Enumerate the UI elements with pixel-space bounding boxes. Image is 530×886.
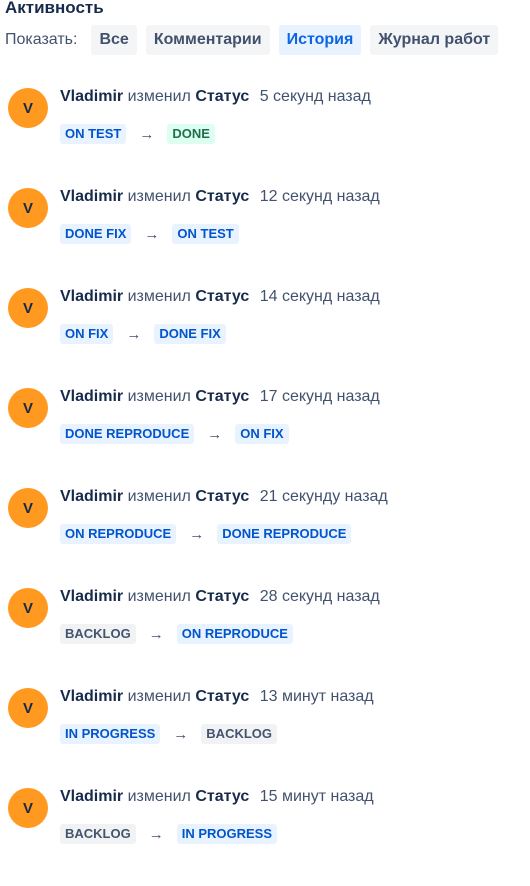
changed-field: Статус — [195, 588, 250, 605]
history-entry: V Vladimir изменил Статус 28 секунд наза… — [0, 586, 530, 686]
history-entry-summary: Vladimir изменил Статус 21 секунду назад — [60, 488, 388, 506]
filter-all-button[interactable]: Все — [91, 25, 137, 55]
history-entry: V Vladimir изменил Статус 15 минут назад… — [0, 786, 530, 886]
status-change: DONE FIX → ON TEST — [60, 224, 239, 244]
author-name[interactable]: Vladimir — [60, 688, 123, 705]
status-to-lozenge: IN PROGRESS — [176, 824, 278, 844]
arrow-right-icon: → — [207, 425, 223, 443]
history-entry-summary: Vladimir изменил Статус 14 секунд назад — [60, 288, 380, 306]
history-entry-summary: Vladimir изменил Статус 28 секунд назад — [60, 588, 380, 606]
history-entry: V Vladimir изменил Статус 13 минут назад… — [0, 686, 530, 786]
status-to-lozenge: DONE — [167, 124, 215, 144]
history-entry-summary: Vladimir изменил Статус 12 секунд назад — [60, 188, 380, 206]
action-text: изменил — [127, 188, 191, 205]
timestamp[interactable]: 5 секунд назад — [260, 88, 371, 105]
changed-field: Статус — [195, 388, 250, 405]
changed-field: Статус — [195, 488, 250, 505]
history-list: V Vladimir изменил Статус 5 секунд назад… — [0, 86, 530, 886]
avatar[interactable]: V — [8, 88, 48, 128]
arrow-right-icon: → — [139, 125, 155, 143]
avatar[interactable]: V — [8, 488, 48, 528]
activity-filter-bar: Показать: Все Комментарии История Журнал… — [5, 24, 507, 56]
author-name[interactable]: Vladimir — [60, 488, 123, 505]
avatar[interactable]: V — [8, 688, 48, 728]
status-change: IN PROGRESS → BACKLOG — [60, 724, 278, 744]
changed-field: Статус — [195, 788, 250, 805]
history-entry: V Vladimir изменил Статус 14 секунд наза… — [0, 286, 530, 386]
history-entry-summary: Vladimir изменил Статус 17 секунд назад — [60, 388, 380, 406]
history-entry-summary: Vladimir изменил Статус 13 минут назад — [60, 688, 374, 706]
timestamp[interactable]: 15 минут назад — [260, 788, 374, 805]
changed-field: Статус — [195, 88, 250, 105]
history-entry: V Vladimir изменил Статус 12 секунд наза… — [0, 186, 530, 286]
timestamp[interactable]: 13 минут назад — [260, 688, 374, 705]
status-from-lozenge: DONE FIX — [60, 224, 132, 244]
avatar[interactable]: V — [8, 288, 48, 328]
arrow-right-icon: → — [148, 825, 164, 843]
filter-worklog-button[interactable]: Журнал работ — [370, 25, 499, 55]
status-from-lozenge: BACKLOG — [60, 624, 136, 644]
status-to-lozenge: ON FIX — [235, 424, 289, 444]
author-name[interactable]: Vladimir — [60, 388, 123, 405]
arrow-right-icon: → — [148, 625, 164, 643]
avatar[interactable]: V — [8, 188, 48, 228]
timestamp[interactable]: 14 секунд назад — [260, 288, 380, 305]
status-from-lozenge: ON FIX — [60, 324, 114, 344]
action-text: изменил — [127, 388, 191, 405]
status-change: DONE REPRODUCE → ON FIX — [60, 424, 289, 444]
action-text: изменил — [127, 588, 191, 605]
status-from-lozenge: DONE REPRODUCE — [60, 424, 195, 444]
author-name[interactable]: Vladimir — [60, 288, 123, 305]
changed-field: Статус — [195, 688, 250, 705]
status-to-lozenge: BACKLOG — [201, 724, 278, 744]
history-entry: V Vladimir изменил Статус 17 секунд наза… — [0, 386, 530, 486]
author-name[interactable]: Vladimir — [60, 788, 123, 805]
avatar[interactable]: V — [8, 588, 48, 628]
author-name[interactable]: Vladimir — [60, 588, 123, 605]
timestamp[interactable]: 12 секунд назад — [260, 188, 380, 205]
status-from-lozenge: ON TEST — [60, 124, 127, 144]
history-entry: V Vladimir изменил Статус 5 секунд назад… — [0, 86, 530, 186]
history-entry-summary: Vladimir изменил Статус 5 секунд назад — [60, 88, 371, 106]
filter-history-button[interactable]: История — [278, 25, 362, 55]
activity-heading: Активность — [5, 0, 104, 17]
arrow-right-icon: → — [126, 325, 142, 343]
action-text: изменил — [127, 488, 191, 505]
status-to-lozenge: ON TEST — [172, 224, 239, 244]
status-change: ON FIX → DONE FIX — [60, 324, 226, 344]
status-change: BACKLOG → IN PROGRESS — [60, 824, 278, 844]
show-filter-label: Показать: — [5, 31, 78, 48]
history-entry: V Vladimir изменил Статус 21 секунду наз… — [0, 486, 530, 586]
timestamp[interactable]: 28 секунд назад — [260, 588, 380, 605]
timestamp[interactable]: 21 секунду назад — [260, 488, 388, 505]
action-text: изменил — [127, 88, 191, 105]
changed-field: Статус — [195, 188, 250, 205]
author-name[interactable]: Vladimir — [60, 188, 123, 205]
status-from-lozenge: BACKLOG — [60, 824, 136, 844]
avatar[interactable]: V — [8, 788, 48, 828]
arrow-right-icon: → — [144, 225, 160, 243]
history-entry-summary: Vladimir изменил Статус 15 минут назад — [60, 788, 374, 806]
action-text: изменил — [127, 288, 191, 305]
status-from-lozenge: IN PROGRESS — [60, 724, 161, 744]
status-change: ON REPRODUCE → DONE REPRODUCE — [60, 524, 352, 544]
status-to-lozenge: DONE FIX — [154, 324, 226, 344]
arrow-right-icon: → — [189, 525, 205, 543]
status-change: BACKLOG → ON REPRODUCE — [60, 624, 293, 644]
avatar[interactable]: V — [8, 388, 48, 428]
timestamp[interactable]: 17 секунд назад — [260, 388, 380, 405]
changed-field: Статус — [195, 288, 250, 305]
status-from-lozenge: ON REPRODUCE — [60, 524, 177, 544]
action-text: изменил — [127, 788, 191, 805]
status-change: ON TEST → DONE — [60, 124, 215, 144]
status-to-lozenge: DONE REPRODUCE — [217, 524, 352, 544]
action-text: изменил — [127, 688, 191, 705]
filter-comments-button[interactable]: Комментарии — [145, 25, 270, 55]
status-to-lozenge: ON REPRODUCE — [176, 624, 293, 644]
author-name[interactable]: Vladimir — [60, 88, 123, 105]
arrow-right-icon: → — [173, 725, 189, 743]
